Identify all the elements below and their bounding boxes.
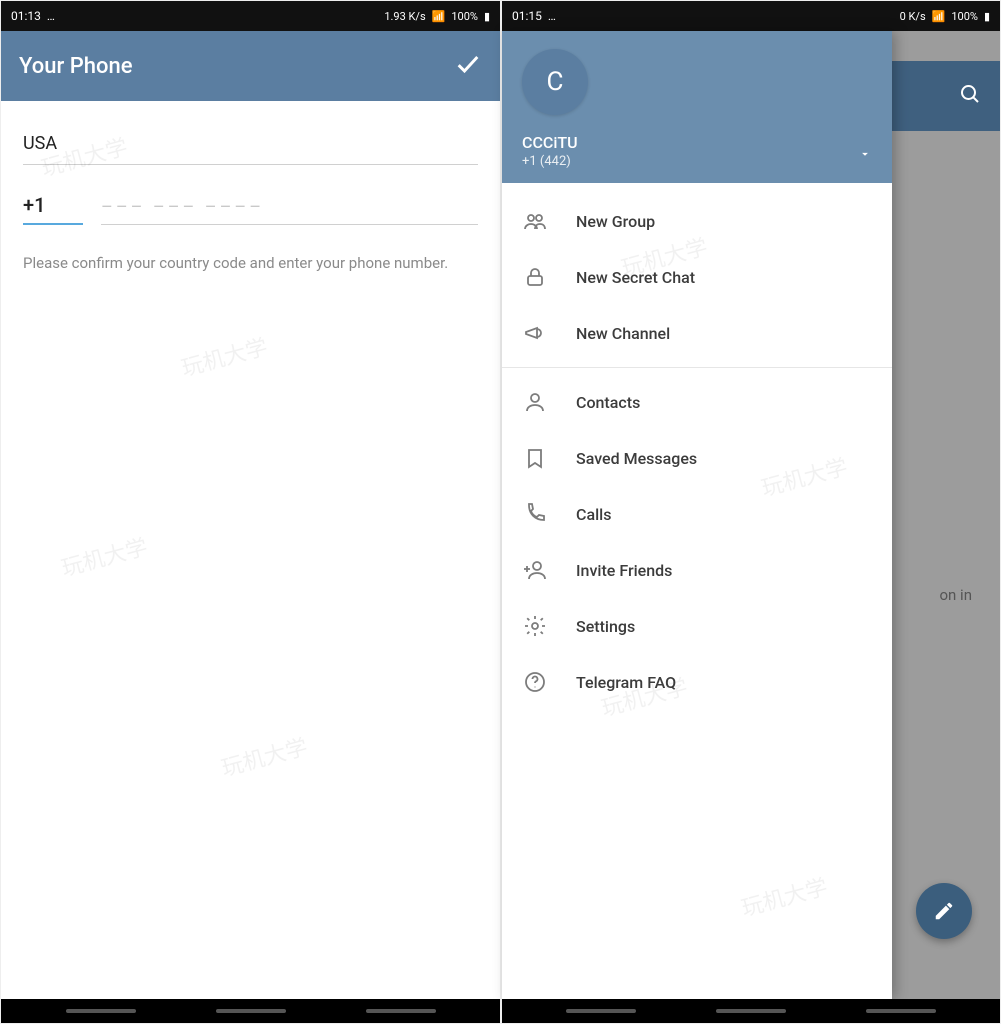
help-icon [522,669,548,695]
search-button[interactable] [958,82,982,110]
avatar[interactable]: C [522,49,588,115]
account-dropdown-icon[interactable] [858,146,872,165]
status-dots: … [47,9,55,23]
menu-divider [502,367,892,368]
menu-item-label: New Group [576,212,655,231]
android-navbar [1,999,500,1023]
page-title: Your Phone [19,54,132,79]
menu-item-label: Saved Messages [576,449,697,468]
nav-back[interactable] [366,1009,436,1013]
status-signal: 📶 [432,10,446,23]
megaphone-icon [522,320,548,346]
login-screen: 01:13 … 1.93 K/s 📶 100% ▮ Your Phone USA… [0,0,501,1024]
gear-icon [522,613,548,639]
status-dots: … [548,9,556,23]
hint-text: Please confirm your country code and ent… [23,253,478,275]
menu-item-label: New Secret Chat [576,268,695,287]
status-time: 01:15 [512,9,542,23]
nav-recent[interactable] [566,1009,636,1013]
menu-item-new-channel[interactable]: New Channel [502,305,892,361]
menu-item-calls[interactable]: Calls [502,486,892,542]
menu-item-new-secret-chat[interactable]: New Secret Chat [502,249,892,305]
add-person-icon [522,557,548,583]
status-bar: 01:15 … 0 K/s 📶 100% ▮ [502,1,1000,31]
nav-home[interactable] [716,1009,786,1013]
menu-item-label: Calls [576,505,611,524]
country-code-input[interactable]: +1 [23,193,83,225]
status-netspeed: 0 K/s [900,10,926,23]
battery-icon: ▮ [984,10,990,23]
menu-item-label: New Channel [576,324,670,343]
drawer-screen: 01:15 … 0 K/s 📶 100% ▮ on in [501,0,1001,1024]
drawer-username: CCCiTU [522,133,872,152]
menu-item-new-group[interactable]: New Group [502,193,892,249]
appbar: Your Phone [1,31,500,101]
menu-item-label: Settings [576,617,635,636]
status-netspeed: 1.93 K/s [384,10,425,23]
country-field[interactable]: USA [23,121,478,165]
menu-item-telegram-faq[interactable]: Telegram FAQ [502,654,892,710]
drawer-phone: +1 (442) [522,154,872,169]
person-icon [522,389,548,415]
bookmark-icon [522,445,548,471]
phone-icon [522,501,548,527]
menu-item-saved-messages[interactable]: Saved Messages [502,430,892,486]
group-icon [522,208,548,234]
drawer-header[interactable]: C CCCiTU +1 (442) [502,31,892,183]
nav-home[interactable] [216,1009,286,1013]
status-signal: 📶 [932,10,946,23]
menu-item-label: Invite Friends [576,561,672,580]
navigation-drawer: C CCCiTU +1 (442) New Group New Secret Ch… [502,31,892,999]
drawer-menu: New Group New Secret Chat New Channel Conta… [502,183,892,720]
nav-recent[interactable] [66,1009,136,1013]
bg-text-fragment: on in [940,586,973,604]
lock-icon [522,264,548,290]
menu-item-contacts[interactable]: Contacts [502,374,892,430]
status-battery: 100% [951,10,978,23]
android-navbar [502,999,1000,1023]
compose-fab[interactable] [916,883,972,939]
nav-back[interactable] [866,1009,936,1013]
menu-item-label: Telegram FAQ [576,673,676,692]
menu-item-settings[interactable]: Settings [502,598,892,654]
confirm-button[interactable] [454,50,482,82]
status-battery: 100% [451,10,478,23]
status-bar: 01:13 … 1.93 K/s 📶 100% ▮ [1,1,500,31]
battery-icon: ▮ [484,10,490,23]
menu-item-label: Contacts [576,393,640,412]
login-form: USA +1 ––– ––– –––– Please confirm your … [1,101,500,295]
phone-number-input[interactable]: ––– ––– –––– [101,197,478,225]
status-time: 01:13 [11,9,41,23]
menu-item-invite-friends[interactable]: Invite Friends [502,542,892,598]
